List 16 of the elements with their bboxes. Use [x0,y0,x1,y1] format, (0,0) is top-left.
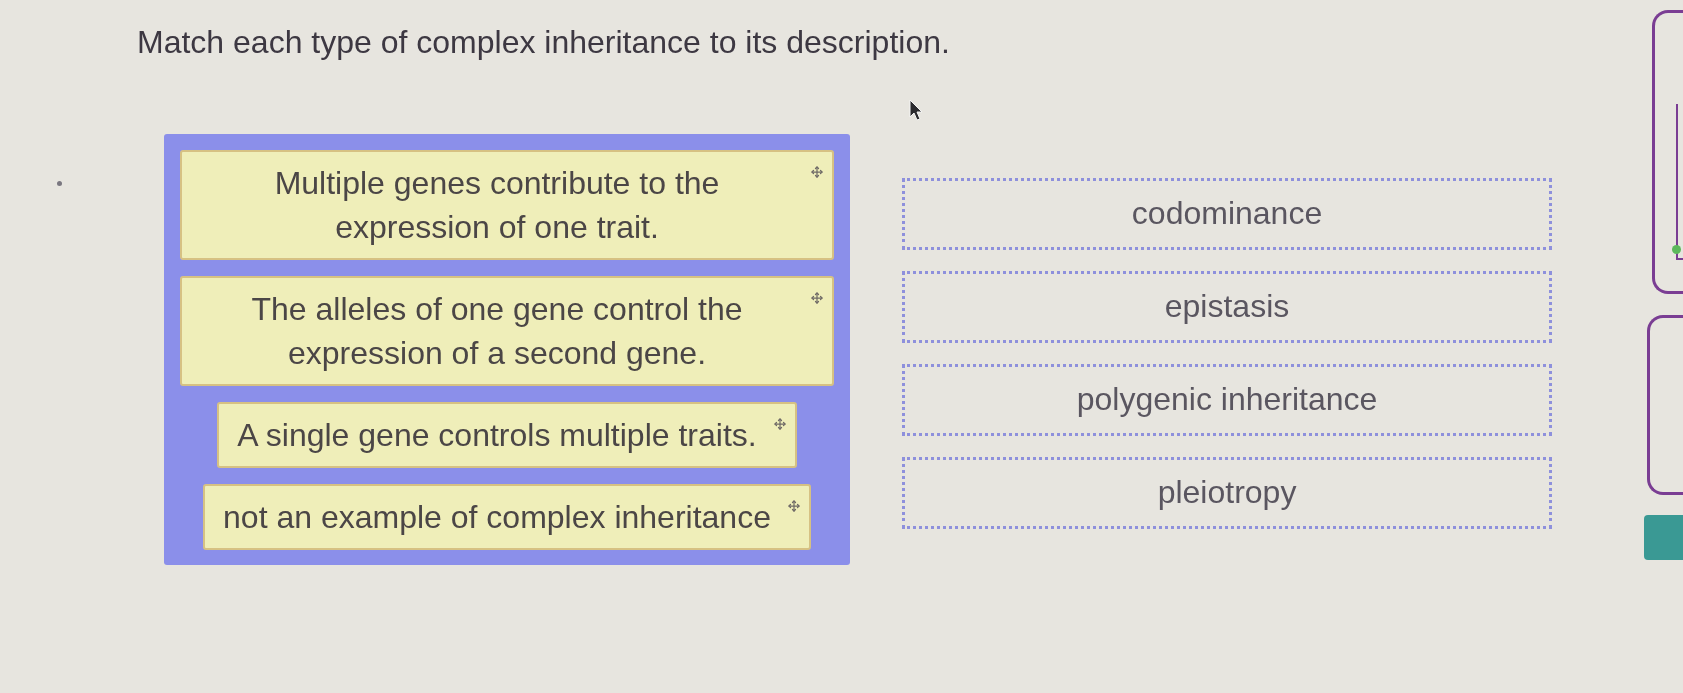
move-icon[interactable] [811,166,823,178]
cursor-icon [909,99,923,121]
drop-zone[interactable]: epistasis [902,271,1552,343]
move-icon[interactable] [787,500,800,512]
drop-zone[interactable]: codominance [902,178,1552,250]
draggable-card[interactable]: Multiple genes contribute to the expression of one trait. [180,150,834,260]
move-icon[interactable] [773,418,786,430]
move-icon[interactable] [811,292,823,304]
draggable-card[interactable]: The alleles of one gene control the expression of a second gene. [180,276,834,386]
instruction-text: Match each type of complex inheritance to its description. [137,23,950,62]
draggable-card[interactable]: not an example of complex inheritance [203,484,811,550]
drop-zone[interactable]: polygenic inheritance [902,364,1552,436]
point-icon [1672,245,1681,254]
bullet-icon [57,181,62,186]
drop-zone[interactable]: pleiotropy [902,457,1552,529]
draggable-card[interactable]: A single gene controls multiple traits. [217,402,797,468]
